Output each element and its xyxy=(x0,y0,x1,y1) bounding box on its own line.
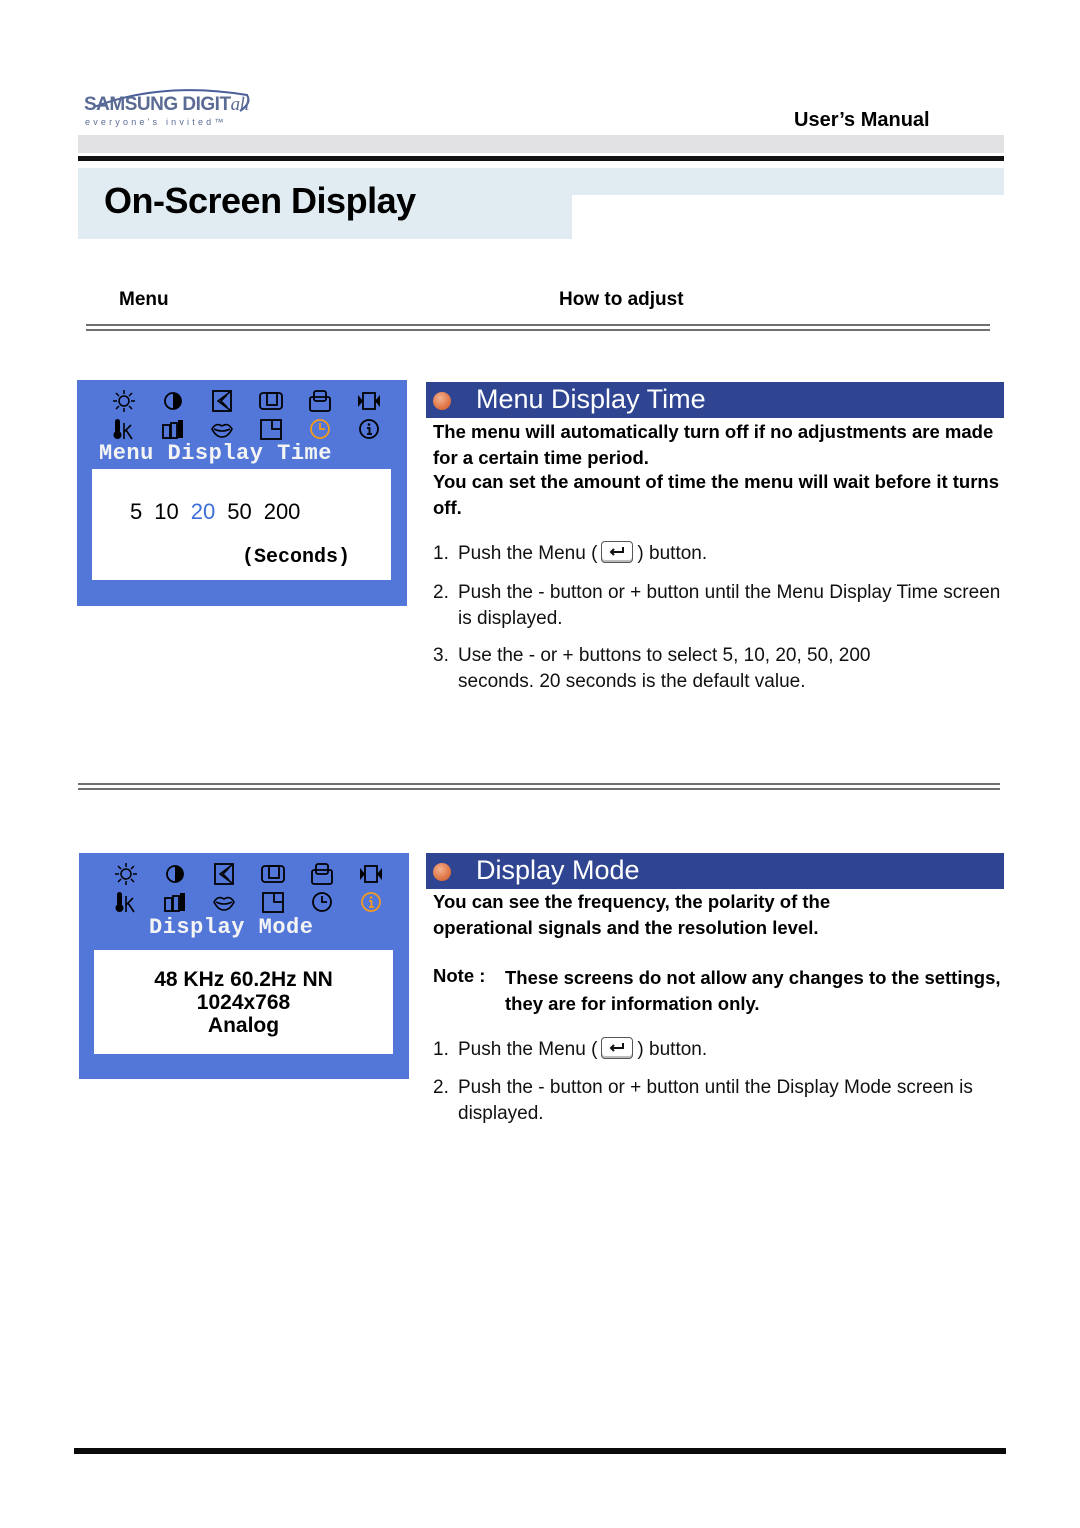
image-lock-icon xyxy=(295,388,344,413)
time-unit: (Seconds) xyxy=(242,546,351,569)
logo-brand-suffix: all xyxy=(230,94,250,115)
note-label: Note : xyxy=(433,965,486,986)
time-options: 5 10 20 50 200 xyxy=(130,499,300,525)
time-option: 10 xyxy=(154,499,179,524)
time-option: 50 xyxy=(227,499,252,524)
title-band-notch xyxy=(572,195,586,209)
section-title: Display Mode xyxy=(476,855,640,885)
color-control-icon xyxy=(150,889,199,914)
step-item: 1. Push the Menu () button. xyxy=(433,541,708,564)
size-icon xyxy=(248,861,297,886)
display-mode-frequency: 48 KHz 60.2Hz NN xyxy=(154,968,333,991)
color-temperature-icon xyxy=(99,416,148,441)
page-title: On-Screen Display xyxy=(104,180,416,221)
menu-enter-key-icon xyxy=(601,541,634,563)
clock-icon xyxy=(297,889,346,914)
recall-icon xyxy=(199,889,248,914)
column-header-how-to-adjust: How to adjust xyxy=(559,289,684,310)
bullet-icon xyxy=(433,392,451,410)
osd-icon-row-1 xyxy=(99,388,393,413)
bullet-icon xyxy=(433,863,451,881)
note-text: These screens do not allow any changes t… xyxy=(505,967,1001,1014)
manual-label: User’s Manual xyxy=(794,109,930,131)
header-rule xyxy=(78,156,1004,161)
footer-rule xyxy=(74,1448,1006,1454)
section-divider xyxy=(78,783,1000,790)
osd-icon-row-2 xyxy=(99,416,393,441)
logo-brand: SAMSUNG DIGIT xyxy=(84,94,231,115)
column-header-menu: Menu xyxy=(119,289,169,310)
size-icon xyxy=(246,388,295,413)
osd-title: Menu Display Time xyxy=(99,441,332,466)
time-option: 200 xyxy=(263,499,301,524)
color-control-icon xyxy=(148,416,197,441)
logo-tagline: everyone's invited™ xyxy=(85,117,227,127)
brightness-icon xyxy=(99,388,148,413)
info-icon xyxy=(344,416,393,441)
section-description: You can set the amount of time the menu … xyxy=(433,471,1000,518)
display-mode-signal: Analog xyxy=(207,1014,280,1037)
column-divider xyxy=(86,324,990,331)
time-option: 5 xyxy=(130,499,143,524)
samsung-logo: SAMSUNG DIGITall everyone's invited™ xyxy=(82,80,252,130)
step-item: 2. Push the - button or + button until t… xyxy=(433,582,1001,629)
image-lock-icon xyxy=(297,861,346,886)
section-title: Menu Display Time xyxy=(476,384,706,414)
contrast-icon xyxy=(150,861,199,886)
section-description: You can see the frequency, the polarity … xyxy=(433,891,831,938)
info-icon xyxy=(346,889,395,914)
position-icon xyxy=(197,388,246,413)
header-band xyxy=(78,135,1004,153)
menu-enter-key-icon xyxy=(601,1037,634,1059)
time-option-selected: 20 xyxy=(190,499,216,524)
recall-icon xyxy=(197,416,246,441)
step-item: 3. Use the - or + buttons to select 5, 1… xyxy=(433,645,871,692)
osd-content-box: 48 KHz 60.2Hz NN 1024x768 Analog xyxy=(94,950,393,1054)
section-header-menu-display-time: Menu Display Time xyxy=(426,382,1004,418)
osd-icon-row-1 xyxy=(101,861,395,886)
step-item: 2. Push the - button or + button until t… xyxy=(433,1077,973,1124)
section-description: The menu will automatically turn off if … xyxy=(433,421,994,468)
step-item: 1. Push the Menu () button. xyxy=(433,1037,708,1060)
zoom-icon xyxy=(346,861,395,886)
osd-display-mode: Display Mode 48 KHz 60.2Hz NN 1024x768 A… xyxy=(79,853,409,1079)
osd-title: Display Mode xyxy=(149,915,314,940)
display-mode-resolution: 1024x768 xyxy=(196,991,291,1014)
osd-content-box: 5 10 20 50 200 (Seconds) xyxy=(92,469,391,580)
zoom-icon xyxy=(344,388,393,413)
section-header-display-mode: Display Mode xyxy=(426,853,1004,889)
osd-menu-display-time: Menu Display Time 5 10 20 50 200 (Second… xyxy=(77,380,407,606)
osd-position-icon xyxy=(248,889,297,914)
osd-position-icon xyxy=(246,416,295,441)
contrast-icon xyxy=(148,388,197,413)
color-temperature-icon xyxy=(101,889,150,914)
position-icon xyxy=(199,861,248,886)
clock-icon xyxy=(295,416,344,441)
brightness-icon xyxy=(101,861,150,886)
osd-icon-row-2 xyxy=(101,889,395,914)
